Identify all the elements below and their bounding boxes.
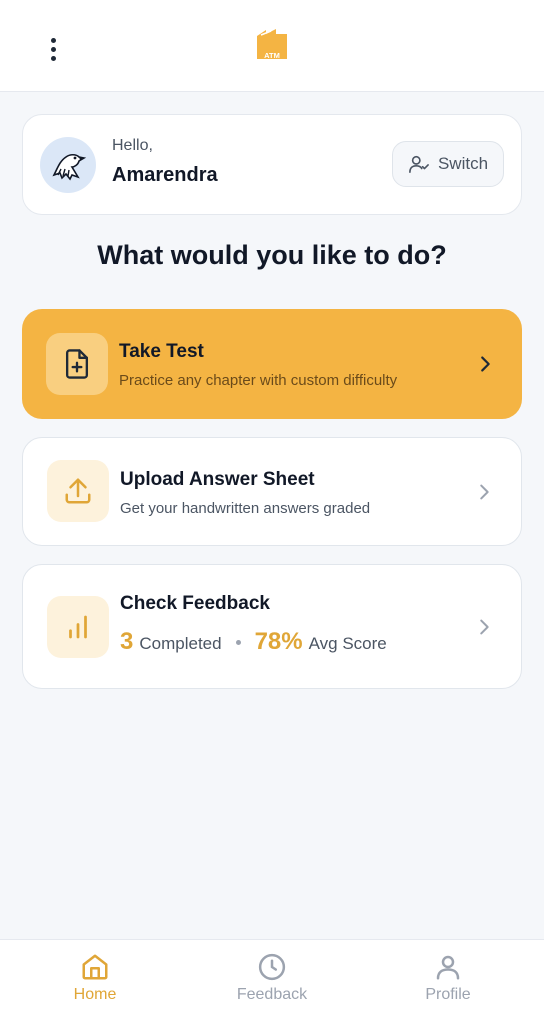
menu-dot: [50, 55, 56, 61]
completed-count: 3: [120, 628, 134, 655]
home-icon: [82, 954, 108, 980]
avg-score-value: 78%: [254, 628, 303, 655]
bar-chart-icon: [69, 615, 87, 639]
more-menu-button[interactable]: [36, 30, 70, 68]
page-heading: What would you like to do?: [97, 240, 447, 270]
nav-home[interactable]: Home: [35, 952, 155, 1014]
check-feedback-card[interactable]: Check Feedback 3 Completed 78% Avg Score: [22, 564, 522, 689]
top-app-bar: ATM: [0, 0, 544, 92]
upload-icon: [65, 478, 91, 504]
greeting-text: Hello,: [112, 137, 153, 154]
profile-card: Hello, Amarendra Switch: [22, 114, 522, 215]
user-icon: [436, 955, 460, 980]
feedback-icon-box: [47, 596, 109, 658]
nav-profile-label: Profile: [425, 986, 471, 1003]
completed-label: Completed: [139, 634, 222, 653]
clock-icon: [258, 953, 286, 981]
upload-icon-box: [47, 460, 109, 522]
avg-score-label: Avg Score: [308, 634, 387, 653]
upload-title: Upload Answer Sheet: [120, 469, 315, 490]
take-test-icon-box: [46, 333, 108, 395]
eagle-icon: [52, 153, 87, 181]
take-test-card[interactable]: Take Test Practice any chapter with cust…: [22, 309, 522, 419]
app-logo: ATM: [257, 29, 287, 60]
file-plus-icon: [65, 349, 89, 379]
take-test-subtitle: Practice any chapter with custom difficu…: [119, 372, 398, 389]
chevron-right-icon: [480, 619, 489, 635]
upload-answer-sheet-card[interactable]: Upload Answer Sheet Get your handwritten…: [22, 437, 522, 546]
user-check-icon: [409, 155, 429, 173]
menu-dot: [50, 37, 56, 43]
take-test-title: Take Test: [119, 341, 204, 362]
feedback-title: Check Feedback: [120, 593, 270, 614]
nav-home-label: Home: [73, 986, 117, 1003]
nav-profile[interactable]: Profile: [388, 952, 508, 1014]
upload-subtitle: Get your handwritten answers graded: [120, 500, 371, 517]
feedback-stats: 3 Completed 78% Avg Score: [120, 628, 387, 656]
switch-user-button[interactable]: Switch: [392, 141, 504, 187]
separator-dot: [235, 640, 241, 645]
avatar[interactable]: [40, 137, 96, 193]
menu-dot: [50, 46, 56, 52]
chevron-right-icon: [481, 356, 490, 372]
user-name: Amarendra: [112, 164, 218, 186]
bottom-navigation: Home Feedback Profile: [0, 939, 544, 1024]
nav-feedback[interactable]: Feedback: [212, 952, 332, 1014]
nav-feedback-label: Feedback: [236, 986, 308, 1003]
chevron-right-icon: [480, 484, 489, 500]
switch-label: Switch: [437, 154, 489, 173]
logo-text: ATM: [264, 51, 280, 60]
